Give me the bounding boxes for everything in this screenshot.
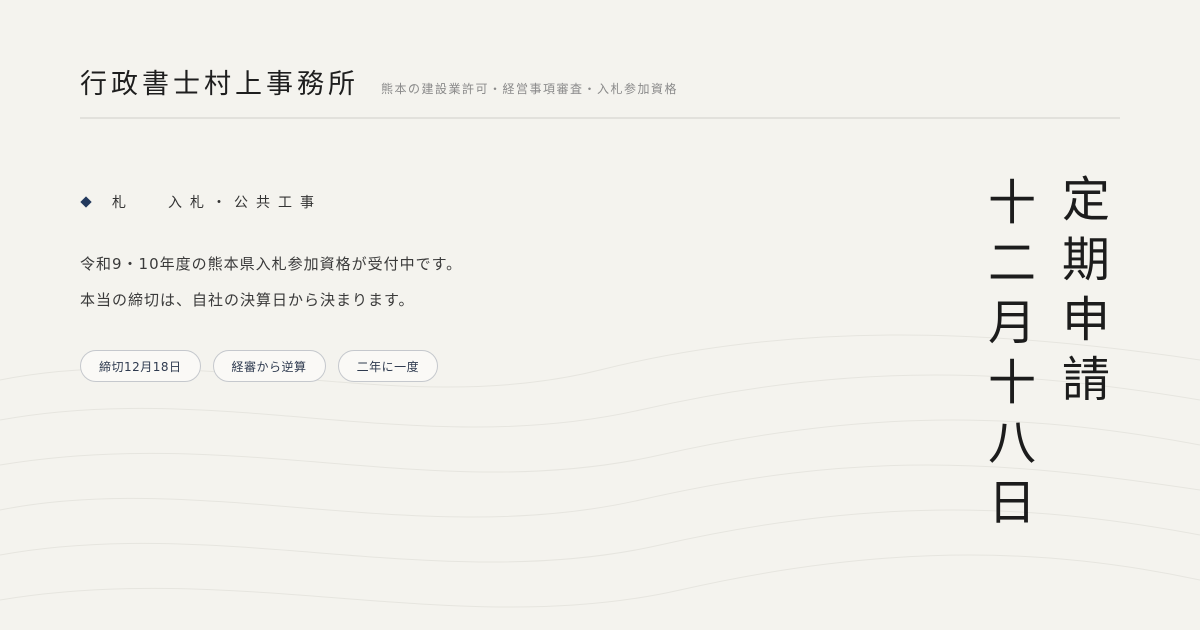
diamond-icon [80,196,92,208]
vertical-date-char: 十 [987,355,1036,411]
tag-deadline: 締切12月18日 [80,350,201,382]
announcement-line-1: 令和9・10年度の熊本県入札参加資格が受付中です。 [80,255,463,273]
vertical-date-char: 二 [987,235,1036,291]
vertical-date-char: 月 [987,295,1036,351]
category-text: 入札・公共工事 [168,195,322,211]
tag-keishin: 経審から逆算 [212,350,326,382]
site-header: 行政書士村上事務所 熊本の建設業許可・経営事項審査・入札参加資格 [80,62,1120,102]
vertical-title-char: 期 [1061,232,1110,288]
office-name: 行政書士村上事務所 [80,69,359,100]
announcement-text: 令和9・10年度の熊本県入札参加資格が受付中です。 本当の締切は、自社の決算日か… [80,246,462,318]
vertical-date: 十 二 月 十 八 日 [984,174,1040,534]
vertical-date-char: 八 [987,415,1036,471]
vertical-title-char: 定 [1061,172,1110,228]
office-tagline: 熊本の建設業許可・経営事項審査・入札参加資格 [381,82,679,96]
header-divider [80,117,1120,119]
category-label: 札 入札・公共工事 [80,192,322,212]
vertical-date-char: 日 [987,475,1036,531]
tag-list: 締切12月18日 経審から逆算 二年に一度 [80,350,439,382]
tag-biennial: 二年に一度 [337,350,439,382]
vertical-title: 定 期 申 請 [1058,170,1114,410]
vertical-title-char: 請 [1061,352,1110,408]
category-kanji: 札 [112,195,128,211]
vertical-title-char: 申 [1061,292,1110,348]
vertical-date-char: 十 [987,175,1036,231]
announcement-line-2: 本当の締切は、自社の決算日から決まります。 [80,291,415,309]
